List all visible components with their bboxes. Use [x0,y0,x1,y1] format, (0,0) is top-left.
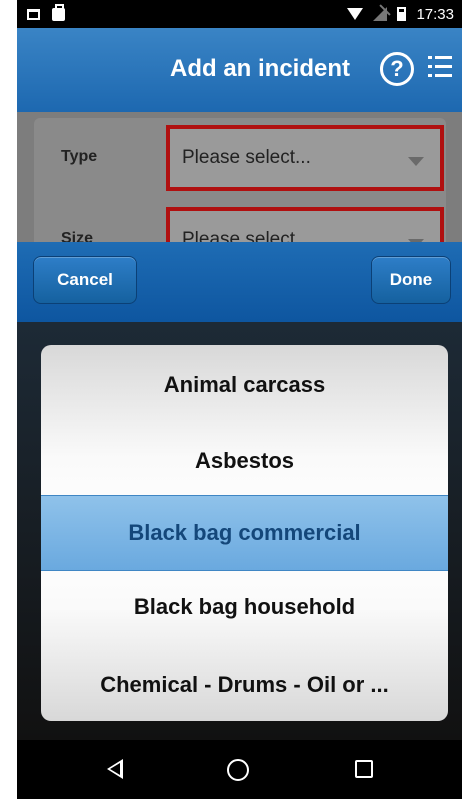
navigation-bar [17,740,462,799]
incident-form: Type Please select... Size Please select… [17,112,462,298]
status-bar: 17:33 [17,0,462,28]
wifi-icon [347,8,364,20]
no-signal-icon [373,7,388,21]
screenshot-icon [27,8,40,20]
cancel-button[interactable]: Cancel [33,256,137,304]
phone-screen: 17:33 Add an incident ? Type Please sele… [17,0,462,799]
picker-option[interactable]: Asbestos [41,423,448,499]
picker-option[interactable]: Animal carcass [41,347,448,423]
picker-toolbar: Cancel Done [17,242,462,322]
picker-panel: Animal carcass Asbestos Black bag commer… [17,322,462,740]
page-title: Add an incident [170,55,350,82]
menu-icon[interactable] [428,56,452,78]
dropdown-arrow-icon [408,157,424,166]
picker-option[interactable]: Chemical - Drums - Oil or ... [41,647,448,721]
status-time: 17:33 [416,5,454,23]
app-header: Add an incident ? [17,28,462,112]
type-select-value: Please select... [182,147,311,168]
battery-charging-icon [397,7,407,21]
picker-wheel[interactable]: Animal carcass Asbestos Black bag commer… [41,345,448,721]
picker-option[interactable]: Black bag household [41,569,448,645]
picker-option-selected[interactable]: Black bag commercial [41,495,448,571]
back-icon[interactable] [107,759,123,779]
recents-icon[interactable] [355,760,373,778]
bag-notification-icon [52,3,65,21]
type-select[interactable]: Please select... [166,125,444,191]
type-label: Type [61,148,98,165]
help-icon[interactable]: ? [380,52,414,86]
done-button[interactable]: Done [371,256,451,304]
home-icon[interactable] [227,759,249,781]
